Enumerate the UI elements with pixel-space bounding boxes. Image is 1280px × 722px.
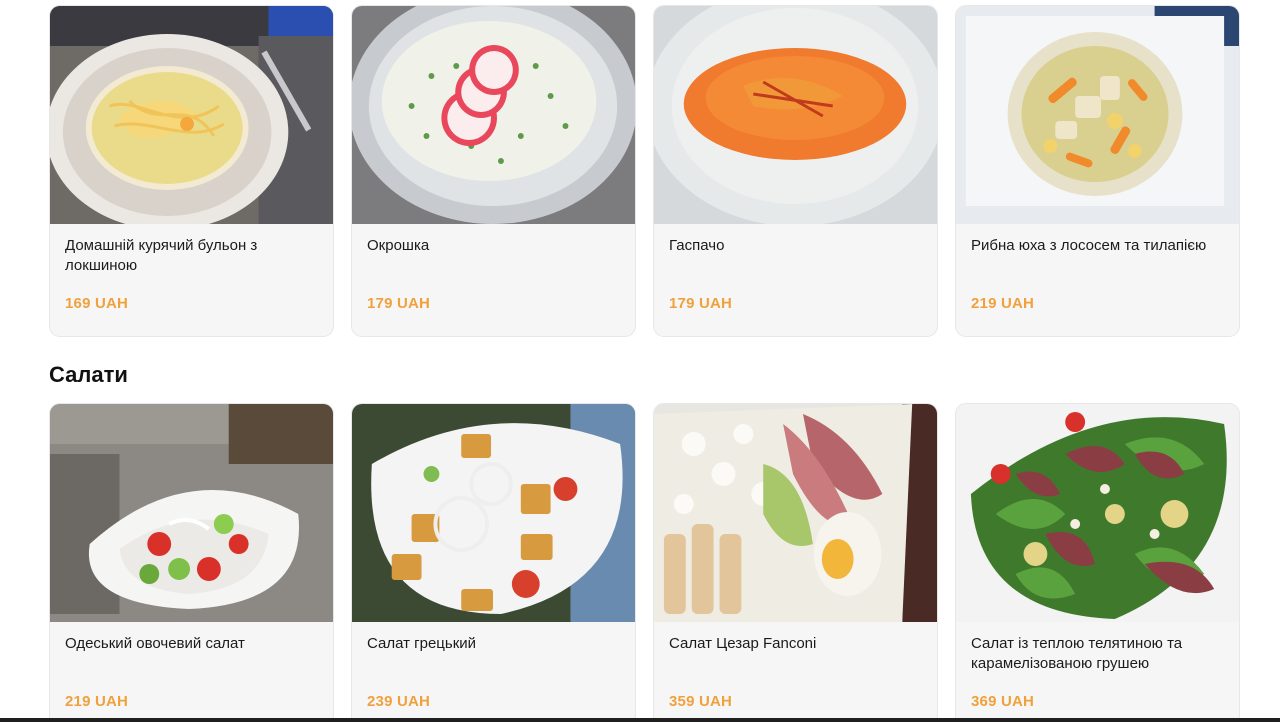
- menu-card-odesa-vegetable-salad[interactable]: Одеський овочевий салат 219 UAH: [49, 403, 334, 722]
- dish-name: Салат Цезар Fanconi: [669, 635, 817, 652]
- menu-card-caesar-salad[interactable]: Салат Цезар Fanconi 359 UAH: [653, 403, 938, 722]
- veal-pear-salad-photo: [956, 404, 1239, 622]
- bottom-edge-bar: [0, 718, 1280, 722]
- dish-price: 239 UAH: [367, 693, 431, 710]
- dish-name: Домашній курячий бульон з локшиною: [65, 237, 258, 274]
- okroshka-photo: [352, 6, 635, 224]
- fish-soup-photo: [956, 6, 1239, 224]
- menu-card-chicken-noodle-soup[interactable]: Домашній курячий бульон з локшиною 169 U…: [49, 5, 334, 337]
- dish-price: 219 UAH: [65, 693, 129, 710]
- dish-price: 359 UAH: [669, 693, 733, 710]
- menu-card-greek-salad[interactable]: Салат грецький 239 UAH: [351, 403, 636, 722]
- greek-salad-photo: [352, 404, 635, 622]
- section-title-salads: Салати: [49, 362, 128, 387]
- dish-name: Гаспачо: [669, 237, 725, 254]
- chicken-noodle-soup-photo: [50, 6, 333, 224]
- dish-price: 369 UAH: [971, 693, 1035, 710]
- dish-name: Одеський овочевий салат: [65, 635, 245, 652]
- dish-price: 219 UAH: [971, 295, 1035, 312]
- soups-grid: Домашній курячий бульон з локшиною 169 U…: [49, 5, 1240, 337]
- menu-card-okroshka[interactable]: Окрошка 179 UAH: [351, 5, 636, 337]
- dish-price: 179 UAH: [367, 295, 431, 312]
- dish-price: 179 UAH: [669, 295, 733, 312]
- gazpacho-photo: [654, 6, 937, 224]
- dish-name: Салат із теплою телятиною та карамелізов…: [971, 635, 1183, 672]
- caesar-salad-photo: [654, 404, 937, 622]
- salads-grid: Одеський овочевий салат 219 UAH Салат гр…: [49, 403, 1240, 722]
- odesa-vegetable-salad-photo: [50, 404, 333, 622]
- menu-card-fish-soup[interactable]: Рибна юха з лососем та тилапією 219 UAH: [955, 5, 1240, 337]
- menu-card-veal-pear-salad[interactable]: Салат із теплою телятиною та карамелізов…: [955, 403, 1240, 722]
- dish-name: Рибна юха з лососем та тилапією: [971, 237, 1207, 254]
- dish-name: Салат грецький: [367, 635, 477, 652]
- dish-price: 169 UAH: [65, 295, 129, 312]
- menu-card-gazpacho[interactable]: Гаспачо 179 UAH: [653, 5, 938, 337]
- dish-name: Окрошка: [367, 237, 430, 254]
